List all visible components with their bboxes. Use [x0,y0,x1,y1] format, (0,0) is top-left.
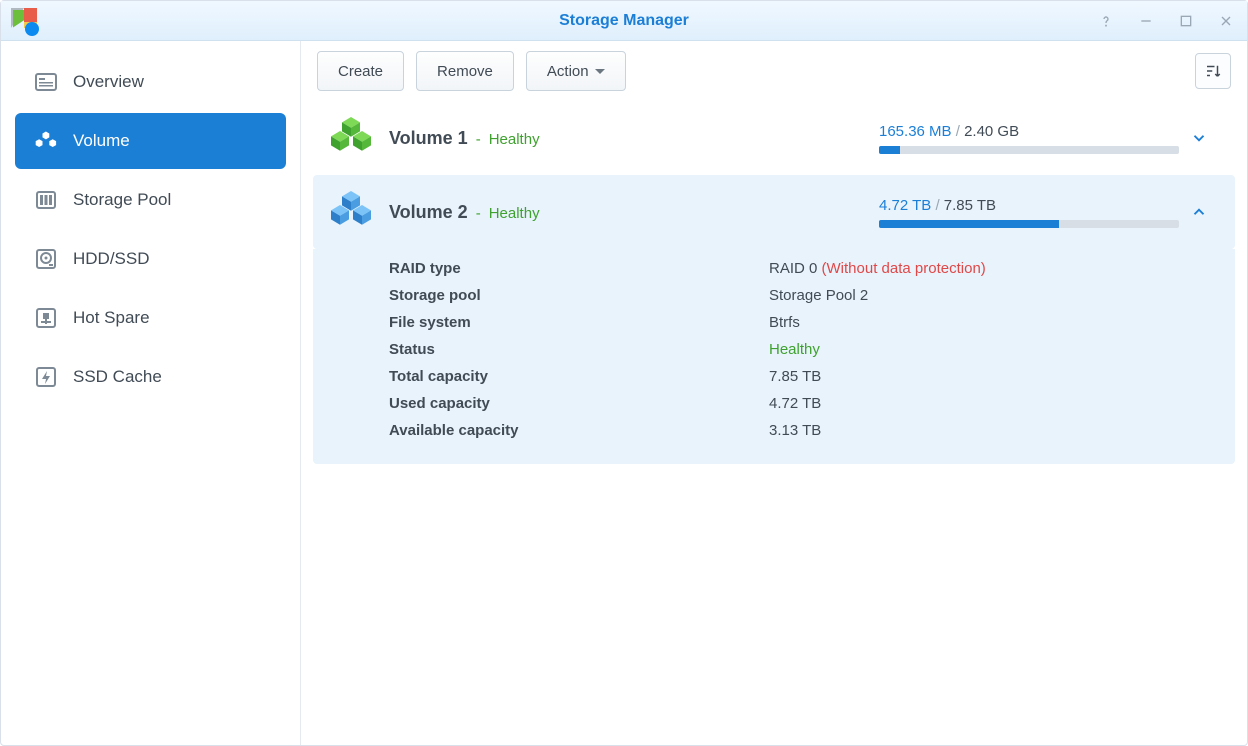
overview-icon [31,70,61,94]
detail-label: Available capacity [389,422,769,439]
collapse-toggle[interactable] [1179,203,1219,221]
action-button-label: Action [547,63,589,80]
detail-value: Btrfs [769,314,800,331]
volume-usage-text: 4.72 TB / 7.85 TB [879,197,1179,214]
volume-cubes-icon [329,189,375,235]
maximize-icon[interactable] [1175,10,1197,32]
hdd-icon [31,247,61,271]
sidebar-item-overview[interactable]: Overview [15,54,286,110]
sidebar-item-volume[interactable]: Volume [15,113,286,169]
volume-status: Healthy [489,205,540,222]
volume-row[interactable]: Volume 1 - Healthy 165.36 MB / 2.40 GB [313,101,1235,175]
sidebar-item-storage-pool[interactable]: Storage Pool [15,172,286,228]
help-icon[interactable] [1095,10,1117,32]
detail-label: File system [389,314,769,331]
volume-status: Healthy [489,131,540,148]
detail-value: 4.72 TB [769,395,821,412]
minimize-icon[interactable] [1135,10,1157,32]
detail-label: Storage pool [389,287,769,304]
close-icon[interactable] [1215,10,1237,32]
sidebar-item-label: Overview [73,72,144,92]
remove-button[interactable]: Remove [416,51,514,91]
detail-label: RAID type [389,260,769,277]
create-button[interactable]: Create [317,51,404,91]
volume-usage-bar [879,146,1179,154]
action-button[interactable]: Action [526,51,626,91]
sidebar-item-hot-spare[interactable]: Hot Spare [15,290,286,346]
app-icon [11,8,37,34]
detail-label: Total capacity [389,368,769,385]
detail-value: Storage Pool 2 [769,287,868,304]
hot-spare-icon [31,306,61,330]
sidebar-item-label: SSD Cache [73,367,162,387]
volume-name: Volume 2 [389,202,468,223]
sidebar-item-label: Volume [73,131,130,151]
sidebar-item-label: Storage Pool [73,190,171,210]
toolbar: Create Remove Action [301,41,1247,101]
window-title: Storage Manager [559,12,689,30]
sort-button[interactable] [1195,53,1231,89]
volume-usage-bar [879,220,1179,228]
volume-usage-text: 165.36 MB / 2.40 GB [879,123,1179,140]
storage-pool-icon [31,188,61,212]
volume-icon [31,129,61,153]
titlebar: Storage Manager [1,1,1247,41]
detail-label: Used capacity [389,395,769,412]
ssd-cache-icon [31,365,61,389]
sidebar-item-label: HDD/SSD [73,249,150,269]
detail-value: RAID 0 (Without data protection) [769,260,986,277]
caret-down-icon [595,69,605,74]
detail-value: 3.13 TB [769,422,821,439]
volume-name: Volume 1 [389,128,468,149]
detail-label: Status [389,341,769,358]
sidebar-item-label: Hot Spare [73,308,150,328]
detail-value: Healthy [769,341,820,358]
detail-value: 7.85 TB [769,368,821,385]
volume-details: RAID type RAID 0 (Without data protectio… [313,249,1235,464]
expand-toggle[interactable] [1179,129,1219,147]
sidebar-item-hdd-ssd[interactable]: HDD/SSD [15,231,286,287]
volume-row[interactable]: Volume 2 - Healthy 4.72 TB / 7.85 TB [313,175,1235,249]
volume-cubes-icon [329,115,375,161]
sidebar-item-ssd-cache[interactable]: SSD Cache [15,349,286,405]
sidebar: Overview Volume Storage Pool HDD/SSD Hot… [1,41,301,745]
